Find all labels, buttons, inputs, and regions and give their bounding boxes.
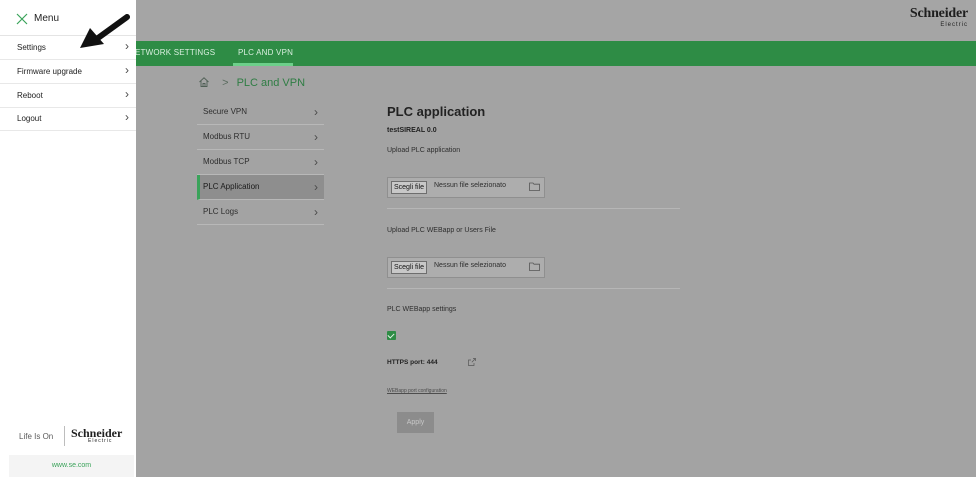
nav-tab-plc-and-vpn[interactable]: PLC AND VPN: [238, 48, 293, 57]
chevron-right-icon: ›: [314, 180, 318, 194]
subnav-item-modbus-tcp[interactable]: Modbus TCP ›: [197, 150, 324, 175]
https-port-text: HTTPS port: 444: [387, 359, 438, 366]
subnav-item-secure-vpn[interactable]: Secure VPN ›: [197, 100, 324, 125]
divider: [387, 208, 680, 209]
upload-webapp-label: Upload PLC WEBapp or Users File: [387, 227, 496, 234]
divider: [387, 288, 680, 289]
brand-sub: Electric: [940, 22, 968, 28]
plc-file-input[interactable]: Scegli file Nessun file selezionato: [387, 177, 545, 198]
chevron-right-icon: ›: [314, 155, 318, 169]
subnav-item-modbus-rtu[interactable]: Modbus RTU ›: [197, 125, 324, 150]
menu-item-label: Settings: [17, 43, 46, 52]
menu-item-label: Logout: [17, 114, 42, 123]
brand-name: Schneider: [909, 6, 968, 21]
menu-item-logout[interactable]: Logout ›: [0, 107, 136, 131]
logo-divider: [64, 426, 65, 446]
close-icon[interactable]: [16, 13, 28, 25]
arrow-pointer-icon: [80, 14, 130, 48]
menu-item-firmware-upgrade[interactable]: Firmware upgrade ›: [0, 60, 136, 84]
breadcrumb-current: PLC and VPN: [236, 77, 306, 89]
menu-item-reboot[interactable]: Reboot ›: [0, 84, 136, 108]
no-file-text: Nessun file selezionato: [434, 182, 506, 189]
menu-item-label: Reboot: [17, 91, 43, 100]
breadcrumb: > PLC and VPN: [198, 76, 305, 89]
subnav-item-label: Secure VPN: [203, 107, 248, 116]
subnav-item-plc-application[interactable]: PLC Application ›: [197, 175, 324, 200]
no-file-text: Nessun file selezionato: [434, 262, 506, 269]
breadcrumb-separator: >: [222, 77, 229, 89]
folder-icon: [529, 262, 540, 271]
external-link-icon[interactable]: [468, 358, 476, 366]
nav-tab-network-settings[interactable]: ETWORK SETTINGS: [135, 48, 215, 57]
webapp-enabled-checkbox[interactable]: [387, 331, 396, 340]
menu-title: Menu: [34, 13, 60, 24]
menu-item-label: Firmware upgrade: [17, 67, 82, 76]
home-icon[interactable]: [198, 76, 210, 88]
webapp-port-config-link[interactable]: WEBapp port configuration: [387, 388, 447, 394]
subnav-item-label: PLC Application: [203, 182, 260, 191]
plc-version: testSIREAL 0.0: [387, 127, 437, 134]
page-title: PLC application: [387, 104, 486, 119]
website-link[interactable]: www.se.com: [9, 455, 134, 477]
choose-file-button[interactable]: Scegli file: [391, 181, 427, 194]
chevron-right-icon: ›: [314, 205, 318, 219]
subnav-item-plc-logs[interactable]: PLC Logs ›: [197, 200, 324, 225]
brand-logo-top: Schneider Electric: [909, 6, 968, 29]
upload-plc-label: Upload PLC application: [387, 147, 461, 154]
apply-button[interactable]: Apply: [397, 412, 434, 433]
chevron-right-icon: ›: [125, 63, 129, 77]
chevron-right-icon: ›: [125, 110, 129, 124]
chevron-right-icon: ›: [314, 105, 318, 119]
webapp-settings-label: PLC WEBapp settings: [387, 306, 457, 313]
subnav-item-label: Modbus RTU: [203, 132, 250, 141]
brand-logo-bottom: Schneider Electric: [71, 427, 122, 444]
menu-drawer: Menu Settings › Firmware upgrade › Reboo…: [0, 0, 136, 477]
choose-file-button[interactable]: Scegli file: [391, 261, 427, 274]
tagline: Life Is On: [19, 432, 54, 441]
subnav-item-label: PLC Logs: [203, 207, 239, 216]
folder-icon: [529, 182, 540, 191]
top-header: Schneider Electric: [0, 0, 976, 41]
main-nav: ETWORK SETTINGS PLC AND VPN: [0, 41, 976, 66]
subnav-item-label: Modbus TCP: [203, 157, 250, 166]
chevron-right-icon: ›: [314, 130, 318, 144]
plc-subnav: Secure VPN › Modbus RTU › Modbus TCP › P…: [197, 100, 324, 225]
life-is-on-logo: Life Is On Schneider Electric: [13, 426, 138, 448]
webapp-file-input[interactable]: Scegli file Nessun file selezionato: [387, 257, 545, 278]
chevron-right-icon: ›: [125, 87, 129, 101]
